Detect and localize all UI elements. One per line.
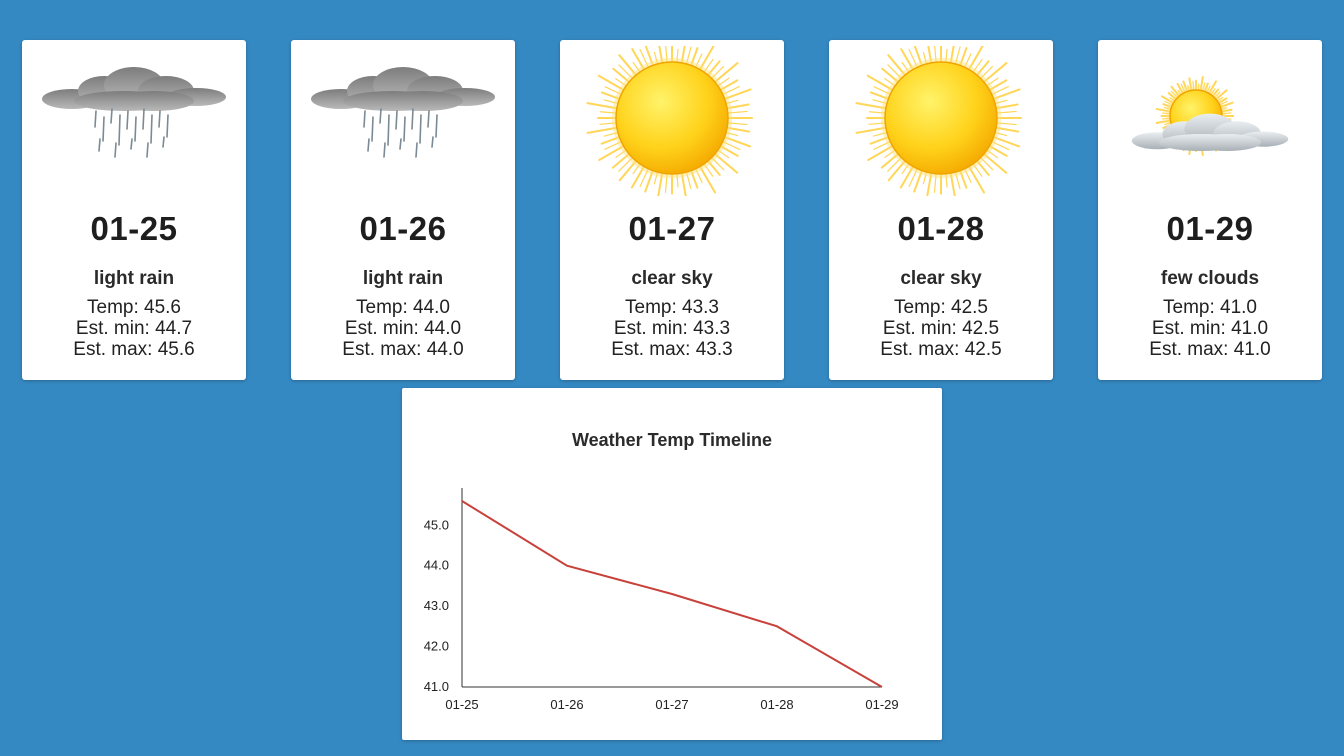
- temp-series-line: [461, 500, 883, 688]
- y-tick-label: 44.0: [424, 558, 449, 573]
- forecast-date: 01-27: [628, 210, 716, 247]
- forecast-description: light rain: [93, 268, 175, 289]
- forecast-max: Est. max: 45.6: [73, 339, 195, 360]
- x-tick-label: 01-26: [550, 697, 583, 712]
- forecast-max: Est. max: 41.0: [1149, 339, 1271, 360]
- forecast-max: Est. max: 43.3: [611, 339, 733, 360]
- rain-cloud-icon: [291, 46, 515, 196]
- forecast-min: Est. min: 43.3: [613, 318, 731, 339]
- forecast-min: Est. min: 44.7: [75, 318, 193, 339]
- forecast-temp: Temp: 44.0: [356, 297, 450, 318]
- forecast-date: 01-28: [897, 210, 985, 247]
- forecast-stats: Temp: 43.3 Est. min: 43.3 Est. max: 43.3: [560, 297, 784, 360]
- y-tick-label: 43.0: [424, 598, 449, 613]
- temp-timeline-chart-card: Weather Temp Timeline 41.0 42.0 43.0 44.0 45…: [402, 388, 942, 740]
- x-tick-label: 01-25: [445, 697, 478, 712]
- x-tick-label: 01-27: [655, 697, 688, 712]
- forecast-min: Est. min: 41.0: [1151, 318, 1269, 339]
- forecast-description: few clouds: [1160, 268, 1260, 289]
- forecast-min: Est. min: 42.5: [882, 318, 1000, 339]
- forecast-temp: Temp: 43.3: [625, 297, 719, 318]
- y-tick-label: 45.0: [424, 517, 449, 532]
- forecast-description: clear sky: [631, 268, 713, 289]
- y-tick-label: 42.0: [424, 639, 449, 654]
- forecast-temp: Temp: 42.5: [894, 297, 988, 318]
- forecast-stats: Temp: 41.0 Est. min: 41.0 Est. max: 41.0: [1098, 297, 1322, 360]
- sun-icon: [560, 33, 784, 203]
- x-tick-label: 01-29: [865, 697, 898, 712]
- forecast-stats: Temp: 45.6 Est. min: 44.7 Est. max: 45.6: [22, 297, 246, 360]
- forecast-card-day-4: 01-28 clear sky Temp: 42.5 Est. min: 42.…: [829, 33, 1053, 380]
- forecast-date: 01-26: [359, 210, 447, 247]
- forecast-description: clear sky: [900, 268, 982, 289]
- rain-cloud-icon: [22, 46, 246, 196]
- forecast-card-day-2: 01-26 light rain Temp: 44.0 Est. min: 44…: [291, 40, 515, 380]
- forecast-stats: Temp: 42.5 Est. min: 42.5 Est. max: 42.5: [829, 297, 1053, 360]
- forecast-temp: Temp: 41.0: [1163, 297, 1257, 318]
- forecast-min: Est. min: 44.0: [344, 318, 462, 339]
- temp-timeline-chart: 41.0 42.0 43.0 44.0 45.0 01-25 01-26 01-27 01-28…: [424, 488, 899, 712]
- y-tick-label: 41.0: [424, 679, 449, 694]
- forecast-card-day-5: 01-29 few clouds Temp: 41.0 Est. min: 41…: [1098, 40, 1322, 380]
- forecast-card-day-3: 01-27 clear sky Temp: 43.3 Est. min: 43.…: [560, 33, 784, 380]
- forecast-date: 01-29: [1166, 210, 1254, 247]
- sun-icon: [829, 33, 1053, 203]
- sun-behind-clouds-icon: [1098, 46, 1322, 196]
- forecast-card-day-1: 01-25 light rain Temp: 45.6 Est. min: 44…: [22, 40, 246, 380]
- forecast-stats: Temp: 44.0 Est. min: 44.0 Est. max: 44.0: [291, 297, 515, 360]
- forecast-max: Est. max: 42.5: [880, 339, 1002, 360]
- forecast-date: 01-25: [90, 210, 178, 247]
- forecast-cards: 01-25 light rain Temp: 45.6 Est. min: 44…: [22, 33, 1322, 380]
- x-tick-label: 01-28: [760, 697, 793, 712]
- forecast-temp: Temp: 45.6: [87, 297, 181, 318]
- forecast-description: light rain: [362, 268, 444, 289]
- forecast-max: Est. max: 44.0: [342, 339, 464, 360]
